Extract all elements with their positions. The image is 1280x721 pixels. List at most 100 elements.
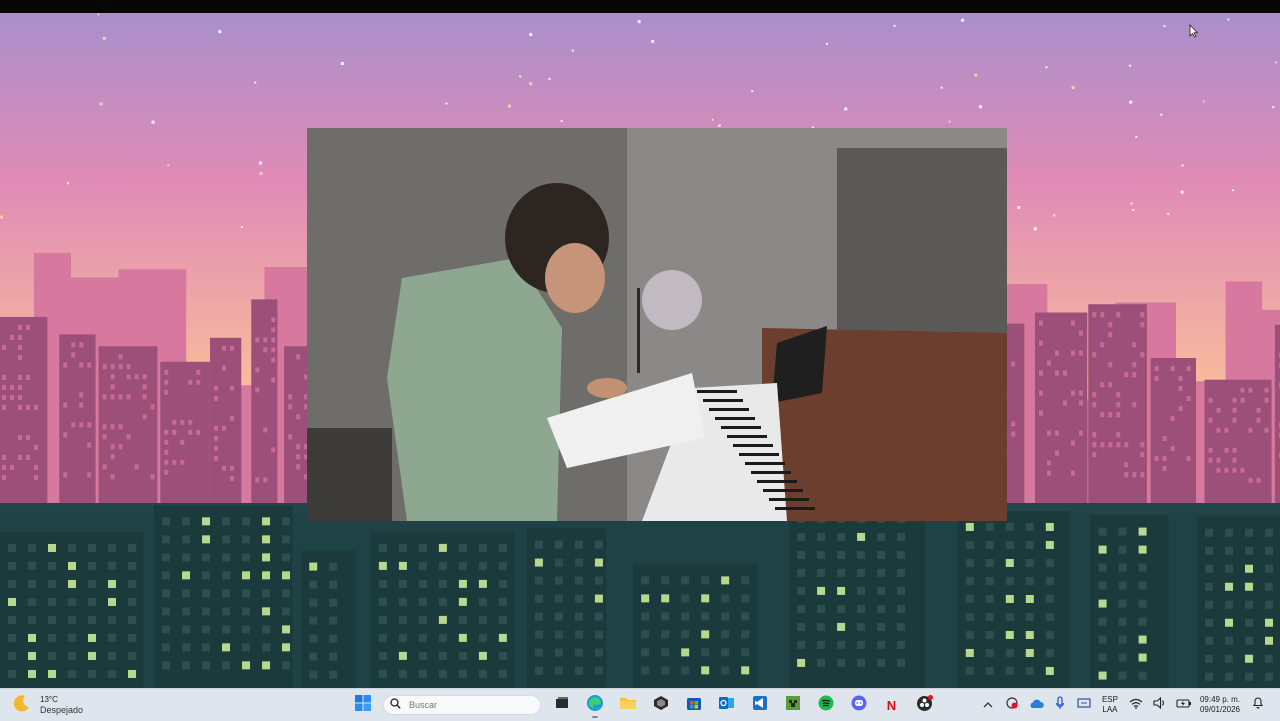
window xyxy=(1205,600,1214,609)
volume-button[interactable] xyxy=(1148,691,1172,719)
window xyxy=(701,630,710,639)
window xyxy=(282,607,291,616)
window xyxy=(817,568,826,577)
window xyxy=(554,558,563,567)
person-hand xyxy=(587,378,627,398)
black-key xyxy=(745,462,785,465)
window xyxy=(554,612,563,621)
window xyxy=(87,442,92,448)
spotify-button[interactable] xyxy=(809,691,842,719)
window xyxy=(196,369,201,375)
language-indicator[interactable]: ESP LAA xyxy=(1102,695,1118,715)
window xyxy=(34,474,38,480)
window xyxy=(28,669,36,678)
window xyxy=(142,374,147,380)
discord-button[interactable] xyxy=(842,691,875,719)
black-key xyxy=(739,453,779,456)
window xyxy=(271,357,276,363)
window xyxy=(458,633,467,642)
window xyxy=(1186,366,1191,372)
notifications-button[interactable] xyxy=(1246,691,1270,719)
window xyxy=(221,425,226,431)
window xyxy=(897,586,906,595)
window xyxy=(1162,466,1167,472)
window xyxy=(1100,342,1105,348)
window xyxy=(68,615,76,624)
window xyxy=(271,347,276,353)
top-black-bar xyxy=(0,0,1280,13)
window xyxy=(296,454,301,460)
window xyxy=(1216,407,1221,413)
window xyxy=(877,658,886,667)
star xyxy=(0,215,4,219)
window xyxy=(378,561,387,570)
window xyxy=(1025,630,1034,639)
window xyxy=(1116,432,1121,438)
window xyxy=(1256,417,1261,423)
window xyxy=(88,597,96,606)
windows-start-icon xyxy=(354,694,372,717)
window xyxy=(1098,527,1107,536)
taskbar-search[interactable] xyxy=(383,695,541,715)
store-button[interactable] xyxy=(677,691,710,719)
video-window[interactable] xyxy=(307,128,1007,521)
window xyxy=(1132,372,1137,378)
start-button[interactable] xyxy=(346,691,379,719)
microphone-button[interactable] xyxy=(1048,691,1072,719)
window xyxy=(458,579,467,588)
task-view-button[interactable] xyxy=(545,691,578,719)
search-input[interactable] xyxy=(407,699,531,711)
outlook-button[interactable] xyxy=(710,691,743,719)
window xyxy=(79,342,84,348)
obs-button[interactable] xyxy=(908,691,941,719)
window xyxy=(1108,332,1113,338)
window xyxy=(48,579,56,588)
window xyxy=(263,337,268,343)
window xyxy=(1205,528,1214,537)
window xyxy=(641,630,650,639)
window xyxy=(1005,594,1014,603)
window xyxy=(271,317,276,323)
vscode-button[interactable] xyxy=(743,691,776,719)
minecraft-button[interactable] xyxy=(776,691,809,719)
star xyxy=(711,118,714,121)
clock[interactable]: 09:49 p. m. 09/01/2026 xyxy=(1200,695,1240,715)
file-explorer-button[interactable] xyxy=(611,691,644,719)
window xyxy=(438,633,447,642)
window xyxy=(182,571,191,580)
window xyxy=(79,392,84,398)
window xyxy=(594,648,603,657)
star xyxy=(1202,100,1205,103)
search-icon xyxy=(390,696,401,714)
window xyxy=(378,651,387,660)
window xyxy=(398,651,407,660)
window xyxy=(965,522,974,531)
store-icon xyxy=(686,695,702,716)
window xyxy=(1216,457,1221,463)
window xyxy=(681,648,690,657)
window xyxy=(418,597,427,606)
window xyxy=(1098,545,1107,554)
input-indicator-button[interactable] xyxy=(1072,691,1096,719)
star xyxy=(651,39,655,43)
window xyxy=(1118,635,1127,644)
battery-button[interactable] xyxy=(1172,691,1196,719)
window xyxy=(1011,361,1016,367)
window xyxy=(574,558,583,567)
edge-button[interactable] xyxy=(578,691,611,719)
unity-button[interactable] xyxy=(644,691,677,719)
window xyxy=(262,589,271,598)
tray-app-button[interactable] xyxy=(1000,691,1024,719)
window xyxy=(221,465,226,471)
onedrive-button[interactable] xyxy=(1024,691,1048,719)
window xyxy=(110,444,115,450)
network-button[interactable] xyxy=(1124,691,1148,719)
weather-widget[interactable]: 13°C Despejado xyxy=(12,693,83,717)
window xyxy=(79,422,84,428)
discord-icon xyxy=(851,695,867,716)
keyboard-icon xyxy=(1077,696,1091,714)
show-hidden-icons-button[interactable] xyxy=(976,691,1000,719)
netflix-button[interactable]: N xyxy=(875,691,908,719)
window xyxy=(164,459,169,465)
star xyxy=(1272,105,1275,108)
